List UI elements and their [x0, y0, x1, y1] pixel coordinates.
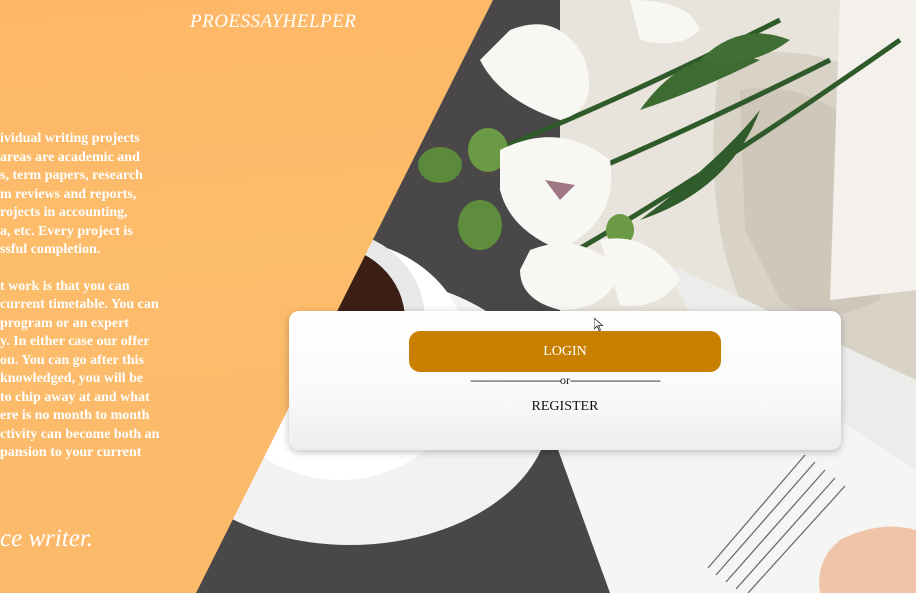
about-paragraph-2: t work is that you can current timetable…: [0, 278, 230, 463]
about-line: pansion to your current: [0, 445, 142, 460]
about-line: to chip away at and what: [0, 389, 150, 405]
about-line: rojects in accounting,: [0, 205, 128, 220]
brand-title: PROESSAYHELPER: [190, 11, 357, 32]
divider-or-text: or: [560, 373, 570, 387]
auth-card: LOGIN ------------------------------or--…: [289, 311, 841, 450]
register-link[interactable]: REGISTER: [515, 399, 615, 415]
tagline: ce writer.: [0, 525, 94, 552]
divider-line-left: ------------------------------: [470, 373, 561, 387]
about-paragraph-1: ividual writing projects areas are acade…: [0, 130, 230, 260]
login-button[interactable]: LOGIN: [409, 331, 721, 372]
about-line: ssful completion.: [0, 242, 101, 257]
about-line: ividual writing projects: [0, 131, 140, 146]
about-line: y. In either case our offer: [0, 334, 150, 349]
about-line: areas are academic and: [0, 149, 140, 165]
about-line: current timetable. You can: [0, 297, 159, 312]
about-line: program or an expert: [0, 315, 129, 331]
about-text: ividual writing projects areas are acade…: [0, 130, 230, 481]
about-line: a, etc. Every project is: [0, 223, 133, 239]
about-line: s, term papers, research: [0, 168, 143, 183]
about-line: m reviews and reports,: [0, 186, 137, 202]
about-line: t work is that you can: [0, 278, 130, 294]
about-line: ou. You can go after this: [0, 352, 144, 368]
about-line: knowledged, you will be: [0, 371, 144, 386]
mouse-cursor-icon: [594, 318, 604, 331]
about-line: ere is no month to month: [0, 408, 150, 423]
divider-line-right: ------------------------------: [570, 373, 661, 387]
about-line: ctivity can become both an: [0, 426, 160, 442]
or-divider: ------------------------------or--------…: [425, 373, 705, 388]
